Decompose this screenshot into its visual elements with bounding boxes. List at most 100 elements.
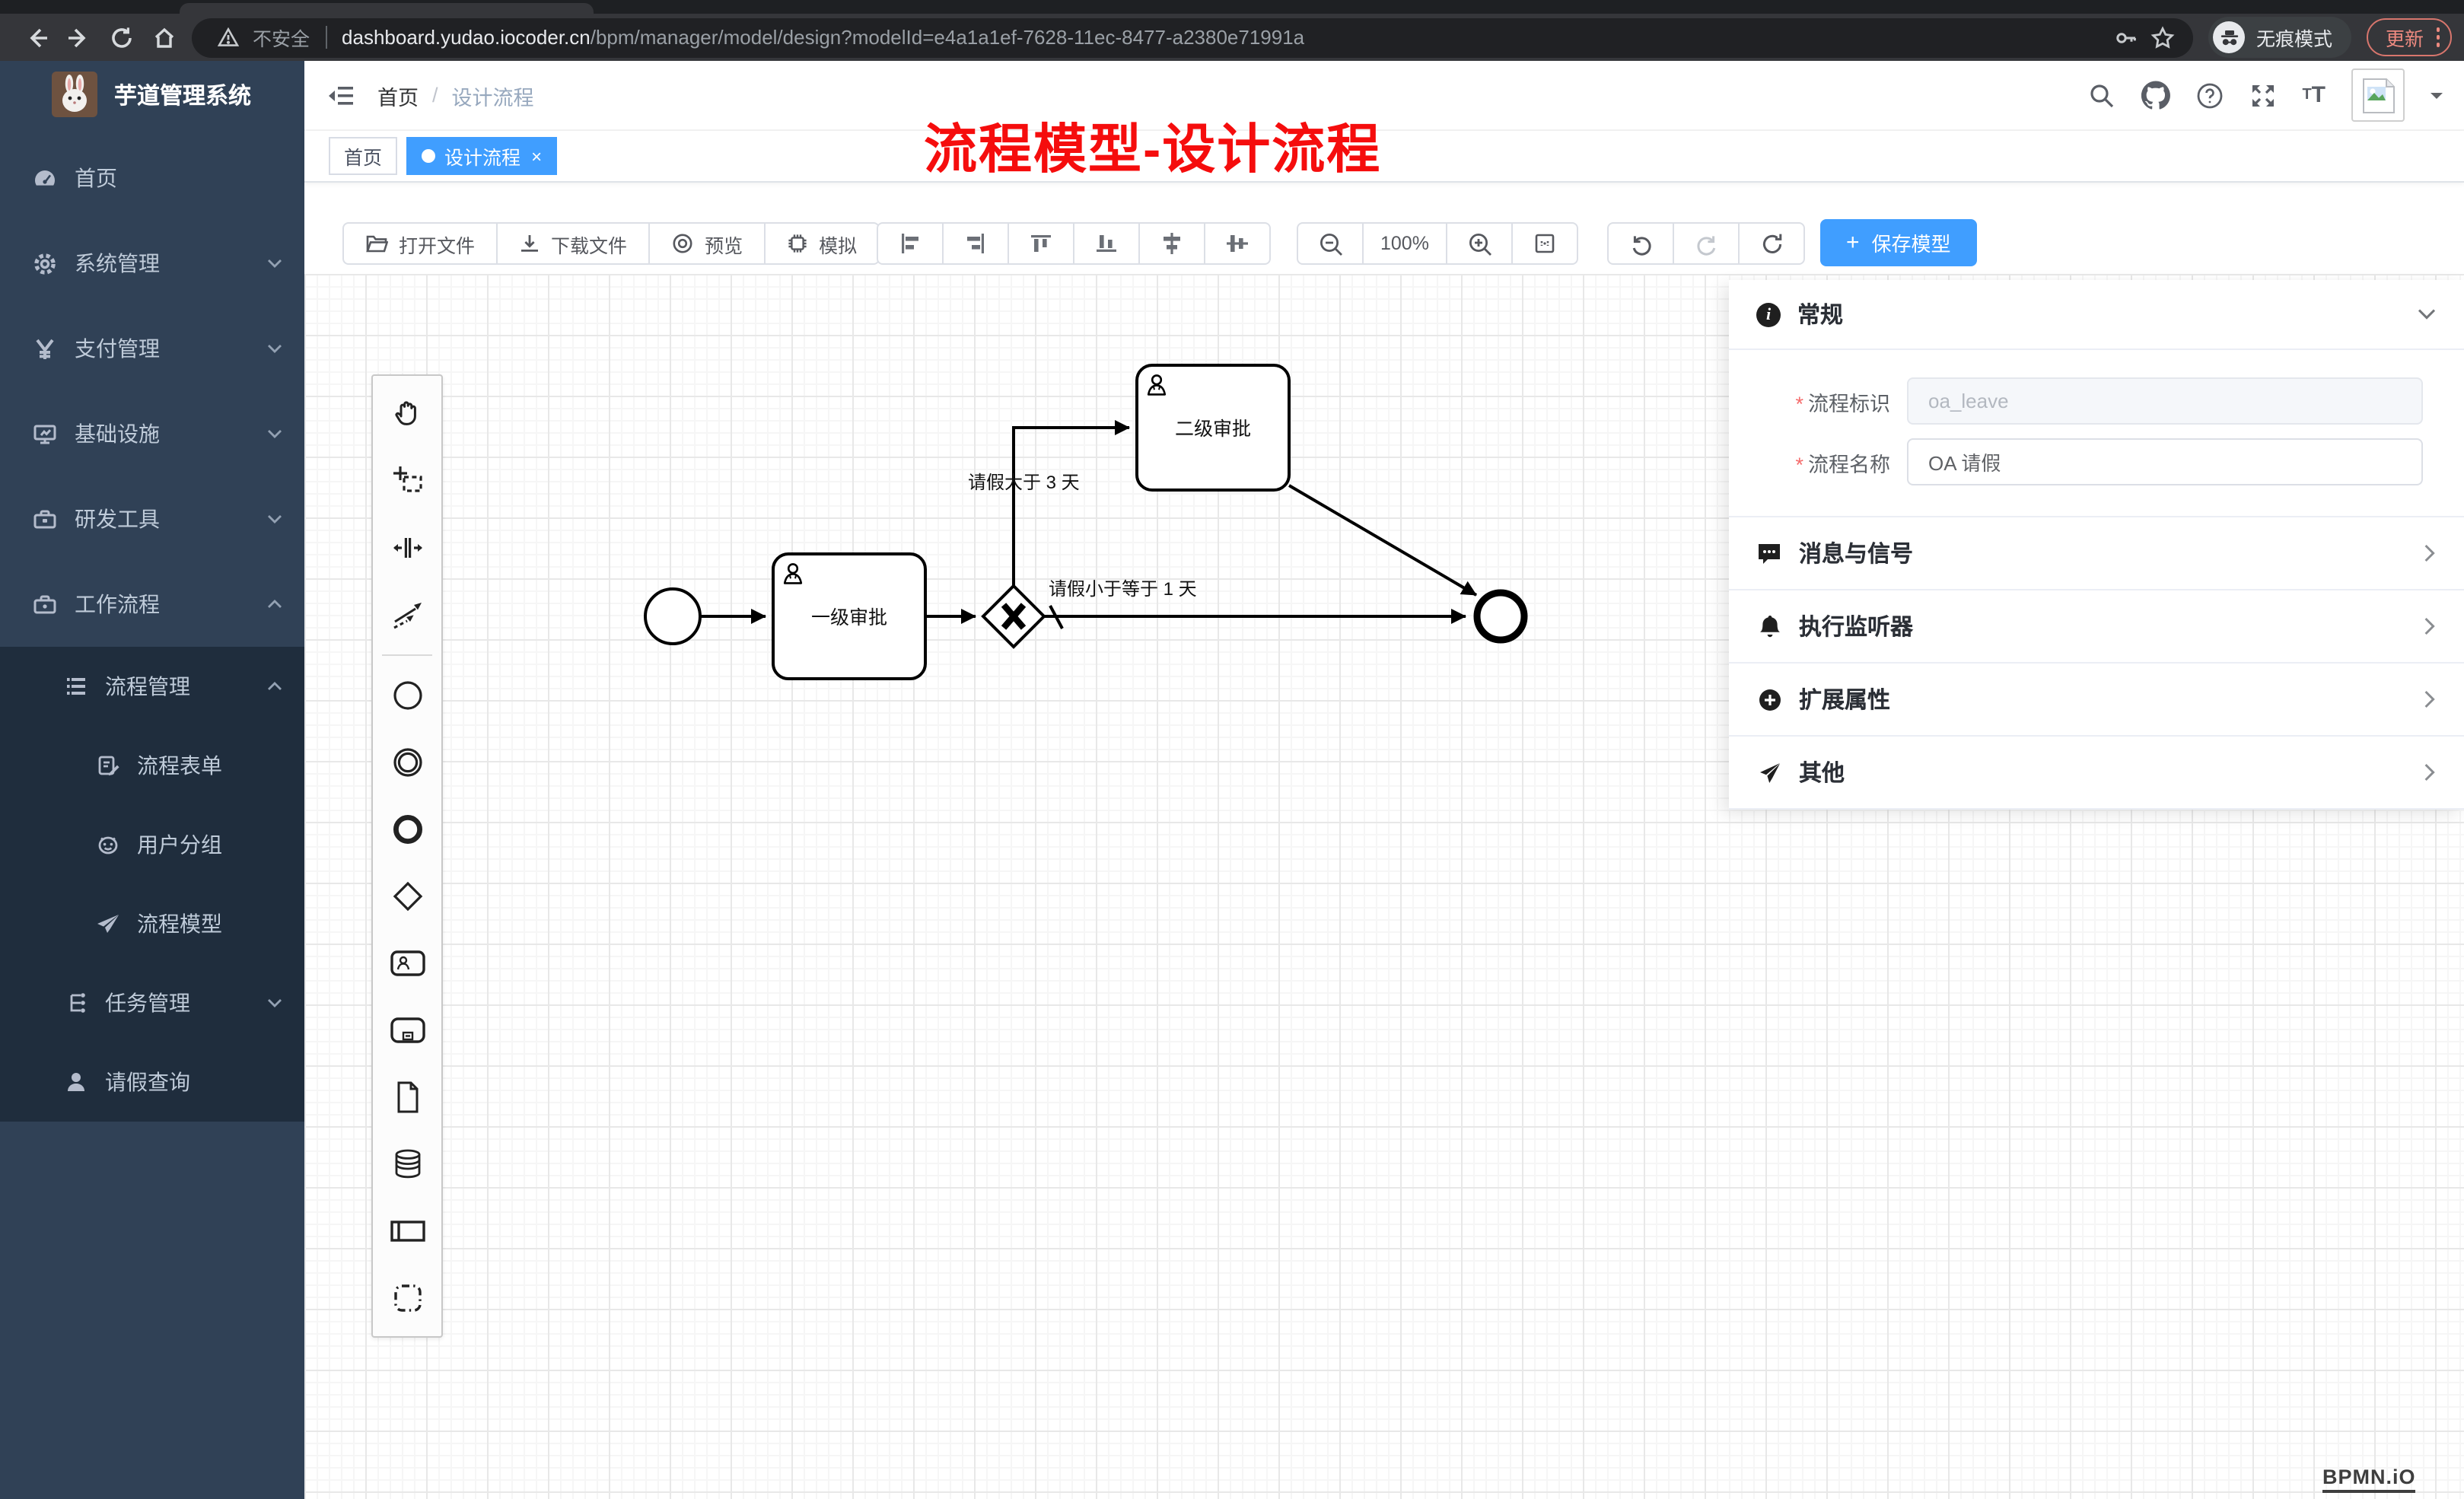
align-center-horizontal-button[interactable]	[1138, 222, 1205, 265]
end-event[interactable]	[1477, 593, 1524, 640]
send-icon	[1756, 760, 1782, 785]
align-top-button[interactable]	[1008, 222, 1074, 265]
undo-icon	[1628, 231, 1654, 256]
redo-button[interactable]	[1673, 222, 1740, 265]
preview-icon	[671, 233, 694, 254]
tag-home[interactable]: 首页	[329, 137, 397, 175]
tags-view: 首页 设计流程 ×	[304, 131, 2464, 183]
align-left-button[interactable]	[877, 222, 944, 265]
restart-button[interactable]	[1738, 222, 1805, 265]
chip-icon	[787, 233, 808, 254]
sidebar-item-infrastructure[interactable]: 基础设施	[0, 391, 304, 476]
plus-icon: +	[1846, 230, 1860, 256]
chevron-up-icon	[266, 598, 283, 610]
panel-section-listeners[interactable]: 执行监听器	[1729, 590, 2464, 664]
browser-update-button[interactable]: 更新	[2367, 18, 2452, 56]
tag-label: 首页	[344, 142, 382, 170]
chevron-down-icon	[266, 428, 283, 440]
chevron-down-icon	[2417, 307, 2437, 321]
github-icon[interactable]	[2141, 81, 2170, 110]
process-name-input[interactable]	[1907, 438, 2423, 485]
user-task-level2[interactable]: 二级审批	[1137, 365, 1289, 490]
open-file-button[interactable]: 打开文件	[342, 222, 498, 265]
toolbox-icon	[32, 506, 58, 532]
download-file-button[interactable]: 下载文件	[496, 222, 650, 265]
browser-active-tab[interactable]	[180, 3, 594, 14]
button-label: 保存模型	[1872, 228, 1951, 257]
bookmark-star-icon[interactable]	[2145, 19, 2182, 56]
align-center-vertical-button[interactable]	[1204, 222, 1271, 265]
sidebar-submenu-workflow: 流程管理 流程表单 用户分组	[0, 647, 304, 1122]
sidebar-item-devtools[interactable]: 研发工具	[0, 476, 304, 562]
sidebar-item-task-management[interactable]: 任务管理	[0, 963, 304, 1042]
address-bar[interactable]: 不安全 dashboard.yudao.iocoder.cn/bpm/manag…	[192, 18, 2194, 57]
user-task-level1[interactable]: 一级审批	[773, 554, 925, 679]
chevron-right-icon	[2423, 762, 2437, 782]
sidebar-item-user-group[interactable]: 用户分组	[0, 805, 304, 884]
help-icon[interactable]	[2195, 81, 2223, 109]
back-icon[interactable]	[15, 18, 58, 57]
not-secure-warning-icon	[210, 19, 247, 56]
sidebar-item-label: 任务管理	[105, 988, 190, 1018]
home-icon[interactable]	[143, 18, 186, 57]
simulate-button[interactable]: 模拟	[764, 222, 880, 265]
process-key-input[interactable]	[1907, 377, 2423, 425]
font-size-icon[interactable]: TT	[2302, 82, 2326, 108]
breadcrumb-home[interactable]: 首页	[377, 80, 419, 110]
dashboard-icon	[32, 165, 58, 191]
avatar-caret-icon[interactable]	[2431, 93, 2443, 105]
sidebar-item-home[interactable]: 首页	[0, 135, 304, 221]
sidebar-item-leave-query[interactable]: 请假查询	[0, 1042, 304, 1122]
avatar[interactable]	[2351, 68, 2405, 122]
task1-label: 一级审批	[811, 607, 887, 629]
start-event[interactable]	[645, 589, 700, 644]
sidebar-item-process-management[interactable]: 流程管理	[0, 647, 304, 726]
required-asterisk: *	[1795, 392, 1803, 415]
flow-label-le[interactable]: 请假小于等于 1 天	[1049, 579, 1197, 600]
tag-close-icon[interactable]: ×	[531, 147, 542, 165]
url-text[interactable]: dashboard.yudao.iocoder.cn/bpm/manager/m…	[342, 26, 1304, 49]
navbar-actions: TT	[2087, 68, 2464, 122]
fullscreen-icon[interactable]	[2249, 81, 2276, 109]
security-label[interactable]: 不安全	[253, 23, 310, 52]
sidebar-item-workflow[interactable]: 工作流程	[0, 562, 304, 647]
sidebar-logo-row[interactable]: 芋道管理系统	[0, 61, 304, 128]
forward-icon[interactable]	[58, 18, 100, 57]
align-bottom-icon	[1093, 230, 1120, 257]
zoom-reset-button[interactable]	[1511, 222, 1578, 265]
sidebar-item-label: 用户分组	[137, 829, 222, 860]
preview-button[interactable]: 预览	[648, 222, 766, 265]
zoom-out-button[interactable]	[1297, 222, 1364, 265]
bpmn-io-watermark[interactable]: BPMN.iO	[2322, 1466, 2416, 1493]
browser-menu-icon[interactable]	[2436, 28, 2440, 47]
panel-section-extended-properties[interactable]: 扩展属性	[1729, 664, 2464, 737]
zoom-level-button[interactable]: 100%	[1362, 222, 1447, 265]
panel-section-general[interactable]: i 常规	[1729, 280, 2464, 350]
sidebar-item-process-model[interactable]: 流程模型	[0, 884, 304, 963]
bell-icon	[1756, 613, 1782, 639]
panel-section-messages[interactable]: 消息与信号	[1729, 517, 2464, 590]
sidebar-item-label: 系统管理	[75, 248, 160, 278]
panel-section-other[interactable]: 其他	[1729, 737, 2464, 810]
active-dot	[422, 149, 435, 163]
reload-icon[interactable]	[100, 18, 143, 57]
sidebar-item-process-form[interactable]: 流程表单	[0, 726, 304, 805]
save-model-button[interactable]: + 保存模型	[1820, 219, 1977, 266]
sidebar-item-system[interactable]: 系统管理	[0, 221, 304, 306]
tag-design-process[interactable]: 设计流程 ×	[406, 137, 557, 175]
search-icon[interactable]	[2087, 81, 2115, 109]
sidebar-collapse-icon[interactable]	[304, 83, 377, 107]
zoom-in-button[interactable]	[1446, 222, 1513, 265]
align-right-button[interactable]	[942, 222, 1009, 265]
sidebar-item-payment[interactable]: 支付管理	[0, 306, 304, 391]
zoom-button-group: 100%	[1297, 222, 1578, 265]
exclusive-gateway[interactable]	[983, 586, 1044, 647]
undo-button[interactable]	[1607, 222, 1674, 265]
field-label: *流程名称	[1729, 447, 1890, 477]
flow-task2-to-end[interactable]	[1289, 485, 1476, 595]
flow-label-gt[interactable]: 请假大于 3 天	[968, 473, 1080, 493]
align-bottom-button[interactable]	[1073, 222, 1140, 265]
password-key-icon[interactable]	[2109, 19, 2145, 56]
flow-gateway-to-task2[interactable]	[1014, 428, 1129, 586]
chevron-down-icon	[266, 997, 283, 1009]
